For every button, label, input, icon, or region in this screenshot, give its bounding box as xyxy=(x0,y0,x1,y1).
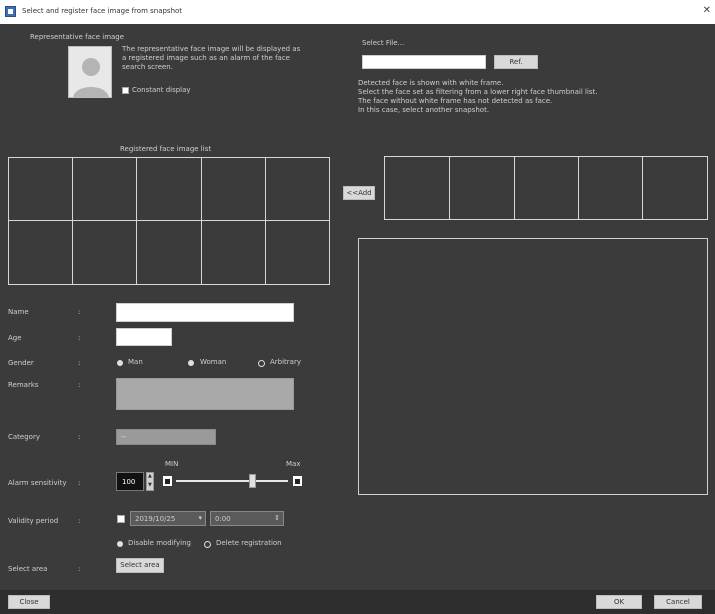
gender-man-label: Man xyxy=(128,358,143,366)
registered-list-heading: Registered face image list xyxy=(120,145,212,153)
close-button[interactable]: Close xyxy=(8,595,50,609)
registered-face-slot-8[interactable] xyxy=(136,220,202,285)
spinner-up-icon[interactable]: ▲ xyxy=(148,473,152,479)
select-area-colon: : xyxy=(78,565,81,573)
browse-button[interactable]: Ref. xyxy=(494,55,538,69)
alarm-value-box[interactable]: 100 xyxy=(116,472,144,491)
detected-face-slot-1[interactable] xyxy=(384,156,450,220)
close-icon[interactable]: ✕ xyxy=(703,5,711,16)
delete-registration-label: Delete registration xyxy=(216,539,282,547)
delete-registration-radio[interactable] xyxy=(204,541,211,548)
add-face-button[interactable]: <<Add xyxy=(343,186,375,200)
disable-modifying-radio[interactable] xyxy=(117,541,123,547)
gender-label: Gender xyxy=(8,359,34,367)
remarks-textarea[interactable] xyxy=(116,378,294,410)
gender-woman-label: Woman xyxy=(200,358,227,366)
select-file-info-4: In this case, select another snapshot. xyxy=(358,106,490,114)
title-bar: Select and register face image from snap… xyxy=(0,0,715,24)
slider-max-lock-icon[interactable] xyxy=(293,476,302,486)
slider-min-lock-icon[interactable] xyxy=(163,476,172,486)
remarks-label: Remarks xyxy=(8,381,39,389)
name-colon: : xyxy=(78,308,81,316)
category-colon: : xyxy=(78,433,81,441)
snapshot-preview[interactable] xyxy=(358,238,708,495)
person-silhouette-icon xyxy=(73,58,109,97)
select-file-info-3: The face without white frame has not det… xyxy=(358,97,553,105)
slider-min-label: MIN xyxy=(165,460,179,468)
validity-date-value: 2019/10/25 xyxy=(135,515,176,523)
representative-face-image xyxy=(68,46,112,98)
date-dropdown-icon[interactable]: ▾ xyxy=(198,514,202,522)
detected-face-slot-2[interactable] xyxy=(449,156,515,220)
validity-time-value: 0:00 xyxy=(215,515,231,523)
detected-face-strip xyxy=(384,156,708,220)
registered-face-slot-10[interactable] xyxy=(265,220,330,285)
registered-face-slot-9[interactable] xyxy=(201,220,266,285)
registered-face-grid xyxy=(8,157,330,285)
gender-woman-radio[interactable] xyxy=(188,360,194,366)
gender-colon: : xyxy=(78,359,81,367)
alarm-spinner[interactable]: ▲ ▼ xyxy=(146,472,154,491)
gender-arbitrary-label: Arbitrary xyxy=(270,358,301,366)
alarm-slider-thumb[interactable] xyxy=(248,474,256,488)
alarm-slider-track[interactable] xyxy=(176,480,288,482)
time-spin-icon[interactable]: ⇕ xyxy=(274,514,280,522)
window-title: Select and register face image from snap… xyxy=(22,7,183,15)
select-area-label: Select area xyxy=(8,565,48,573)
representative-heading: Representative face image xyxy=(30,33,125,41)
registered-face-slot-4[interactable] xyxy=(201,157,266,221)
select-file-info-2: Select the face set as filtering from a … xyxy=(358,88,598,96)
registered-face-slot-1[interactable] xyxy=(8,157,73,221)
detected-face-slot-5[interactable] xyxy=(642,156,708,220)
detected-face-slot-3[interactable] xyxy=(514,156,579,220)
select-file-heading: Select File... xyxy=(362,39,405,47)
category-value: -- xyxy=(121,433,127,441)
registered-face-slot-3[interactable] xyxy=(136,157,202,221)
gender-arbitrary-radio[interactable] xyxy=(258,360,265,367)
registered-face-slot-7[interactable] xyxy=(72,220,137,285)
constant-display-label: Constant display xyxy=(132,86,191,94)
alarm-colon: : xyxy=(78,479,81,487)
file-path-input[interactable] xyxy=(362,55,486,69)
validity-checkbox[interactable] xyxy=(117,515,125,523)
category-dropdown[interactable]: -- xyxy=(116,429,216,445)
validity-label: Validity period xyxy=(8,517,59,525)
select-area-button[interactable]: Select area xyxy=(116,558,164,573)
representative-description: The representative face image will be di… xyxy=(122,45,301,71)
age-label: Age xyxy=(8,334,22,342)
validity-colon: : xyxy=(78,517,81,525)
category-label: Category xyxy=(8,433,40,441)
detected-face-slot-4[interactable] xyxy=(578,156,643,220)
validity-date-picker[interactable]: 2019/10/25 ▾ xyxy=(130,511,206,526)
slider-max-label: Max xyxy=(286,460,301,468)
gender-man-radio[interactable] xyxy=(117,360,123,366)
alarm-label: Alarm sensitivity xyxy=(8,479,67,487)
app-icon xyxy=(5,6,16,17)
name-label: Name xyxy=(8,308,29,316)
registered-face-slot-6[interactable] xyxy=(8,220,73,285)
registered-face-slot-2[interactable] xyxy=(72,157,137,221)
cancel-button[interactable]: Cancel xyxy=(654,595,702,609)
age-input[interactable] xyxy=(116,328,172,346)
select-file-info-1: Detected face is shown with white frame. xyxy=(358,79,504,87)
constant-display-checkbox[interactable] xyxy=(122,87,129,94)
alarm-value: 100 xyxy=(122,478,136,486)
ok-button[interactable]: OK xyxy=(596,595,642,609)
age-colon: : xyxy=(78,334,81,342)
name-input[interactable] xyxy=(116,303,294,322)
remarks-colon: : xyxy=(78,381,81,389)
spinner-down-icon[interactable]: ▼ xyxy=(148,482,152,488)
registered-face-slot-5[interactable] xyxy=(265,157,330,221)
validity-time-picker[interactable]: 0:00 ⇕ xyxy=(210,511,284,526)
disable-modifying-label: Disable modifying xyxy=(128,539,191,547)
